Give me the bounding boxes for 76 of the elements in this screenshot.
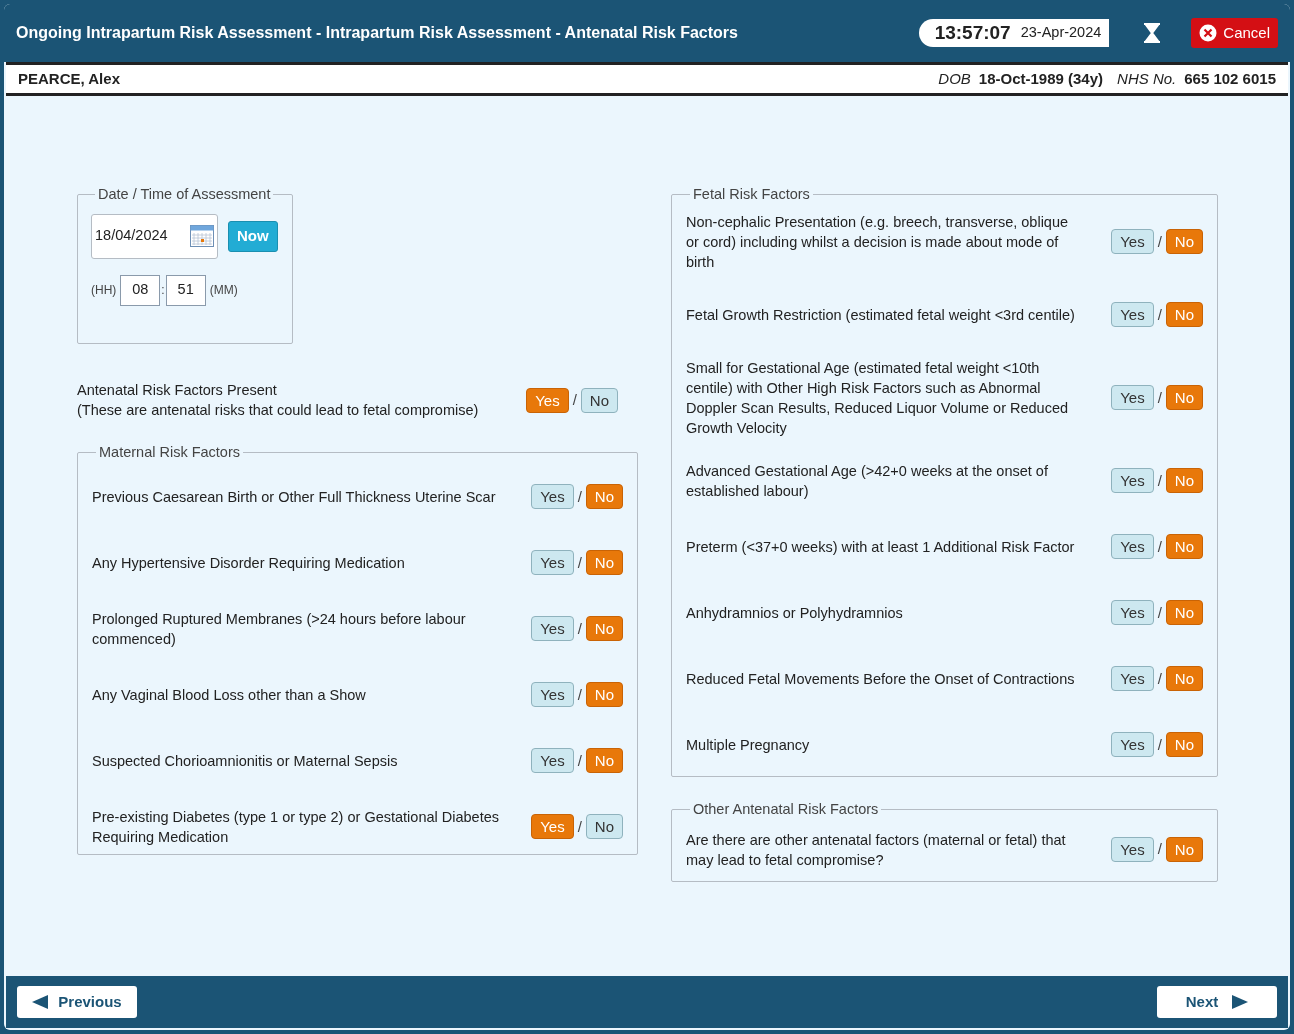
- question-note: (These are antenatal risks that could lead to fetal compromise): [77, 401, 479, 420]
- question-text: Fetal Growth Restriction (estimated fetal weight <3rd centile): [686, 305, 1076, 325]
- toggle-option[interactable]: Yes: [1111, 732, 1154, 758]
- toggle-option[interactable]: Yes: [531, 550, 574, 576]
- question-text: Anhydramnios or Polyhydramnios: [686, 603, 904, 623]
- close-icon: [1199, 24, 1218, 42]
- question-text: Suspected Chorioamnionitis or Maternal Sepsis: [92, 751, 399, 771]
- toggle-option[interactable]: Yes: [1111, 666, 1154, 692]
- toggle-option[interactable]: Yes: [531, 682, 574, 708]
- separator: /: [1157, 304, 1162, 325]
- clock-time: 13:57:07: [934, 20, 1011, 45]
- fieldset-legend: Date / Time of Assessment: [95, 184, 274, 206]
- separator: /: [1157, 536, 1162, 557]
- toggle-option[interactable]: Yes: [1111, 600, 1154, 626]
- toggle-option[interactable]: Yes: [531, 748, 574, 774]
- minutes-field[interactable]: 51: [165, 274, 206, 306]
- question-text: Previous Caesarean Birth or Other Full Thickness Uterine Scar: [92, 487, 497, 507]
- toggle-option[interactable]: Yes: [1111, 229, 1154, 255]
- minutes-label: (MM): [209, 282, 238, 300]
- clock-date: 23-Apr-2024: [1020, 23, 1102, 43]
- left-arrow-icon: [32, 995, 49, 1009]
- separator: /: [577, 618, 582, 639]
- fieldset-legend: Maternal Risk Factors: [96, 442, 243, 464]
- window-title: Ongoing Intrapartum Risk Assessment - Intrapartum Risk Assessment - Antenatal Risk Factors: [16, 23, 739, 43]
- separator: /: [1157, 668, 1162, 689]
- nhs-value: 665 102 6015: [1184, 68, 1276, 89]
- separator: /: [1157, 839, 1162, 860]
- separator: /: [1157, 602, 1162, 623]
- nhs-label: NHS No.: [1117, 68, 1177, 89]
- fieldset-legend: Fetal Risk Factors: [690, 184, 813, 206]
- toggle-option[interactable]: Yes: [531, 616, 574, 642]
- separator: /: [577, 684, 582, 705]
- question-text: Preterm (<37+0 weeks) with at least 1 Additional Risk Factor: [686, 537, 1076, 557]
- separator: /: [1157, 470, 1162, 491]
- question-text: Are there are other antenatal factors (maternal or fetal) that may lead to fetal compromise?: [686, 830, 1067, 870]
- date-value: 18/04/2024: [95, 226, 168, 246]
- question-text: Any Hypertensive Disorder Requiring Medication: [92, 553, 406, 573]
- time-colon: :: [161, 282, 165, 300]
- date-field[interactable]: 18/04/2024: [91, 213, 218, 259]
- dob-value: 18-Oct-1989 (34y): [978, 68, 1104, 89]
- question-text: Advanced Gestational Age (>42+0 weeks at the onset of established labour): [686, 461, 1049, 501]
- previous-button[interactable]: Previous: [17, 986, 137, 1018]
- separator: /: [1157, 231, 1162, 252]
- fieldset-legend: Other Antenatal Risk Factors: [690, 798, 882, 821]
- right-arrow-icon: [1232, 995, 1249, 1009]
- hourglass-icon[interactable]: [1143, 23, 1162, 43]
- next-button[interactable]: Next: [1157, 986, 1277, 1018]
- toggle-option[interactable]: Yes: [1111, 302, 1154, 328]
- dob-label: DOB: [938, 68, 971, 89]
- cancel-button[interactable]: Cancel: [1191, 18, 1278, 48]
- separator: /: [1157, 387, 1162, 408]
- toggle-option[interactable]: No: [585, 814, 623, 840]
- separator: /: [1157, 734, 1162, 755]
- separator: /: [577, 750, 582, 771]
- question-text: Antenatal Risk Factors Present: [77, 381, 278, 400]
- toggle-option[interactable]: Yes: [531, 484, 574, 510]
- question-text: Any Vaginal Blood Loss other than a Show: [92, 685, 367, 705]
- hours-label: (HH): [91, 282, 117, 300]
- question-text: Reduced Fetal Movements Before the Onset of Contractions: [686, 669, 1076, 689]
- separator: /: [572, 389, 577, 410]
- toggle-option[interactable]: Yes: [1111, 837, 1154, 862]
- calendar-icon[interactable]: [190, 225, 214, 248]
- toggle-option[interactable]: Yes: [1111, 468, 1154, 494]
- separator: /: [577, 552, 582, 573]
- toggle-option[interactable]: Yes: [1111, 385, 1154, 411]
- question-text: Non-cephalic Presentation (e.g. breech, transverse, oblique or cord) including whilst a decision is made about mode of birth: [686, 212, 1070, 272]
- toggle-option[interactable]: Yes: [1111, 534, 1154, 560]
- question-text: Prolonged Ruptured Membranes (>24 hours before labour commenced): [92, 609, 467, 649]
- separator: /: [577, 486, 582, 507]
- toggle-option[interactable]: No: [580, 387, 618, 413]
- question-text: Pre-existing Diabetes (type 1 or type 2) or Gestational Diabetes Requiring Medication: [92, 807, 500, 847]
- patient-name: PEARCE, Alex: [18, 68, 121, 89]
- question-text: Multiple Pregnancy: [686, 735, 811, 755]
- hours-field[interactable]: 08: [120, 274, 161, 306]
- question-text: Small for Gestational Age (estimated fetal weight <10th centile) with Other High Risk Factors such as Abnormal Doppler Scan Results, Reduced Liquor Volume or Reduced Growth Velocity: [686, 358, 1070, 438]
- separator: /: [577, 816, 582, 837]
